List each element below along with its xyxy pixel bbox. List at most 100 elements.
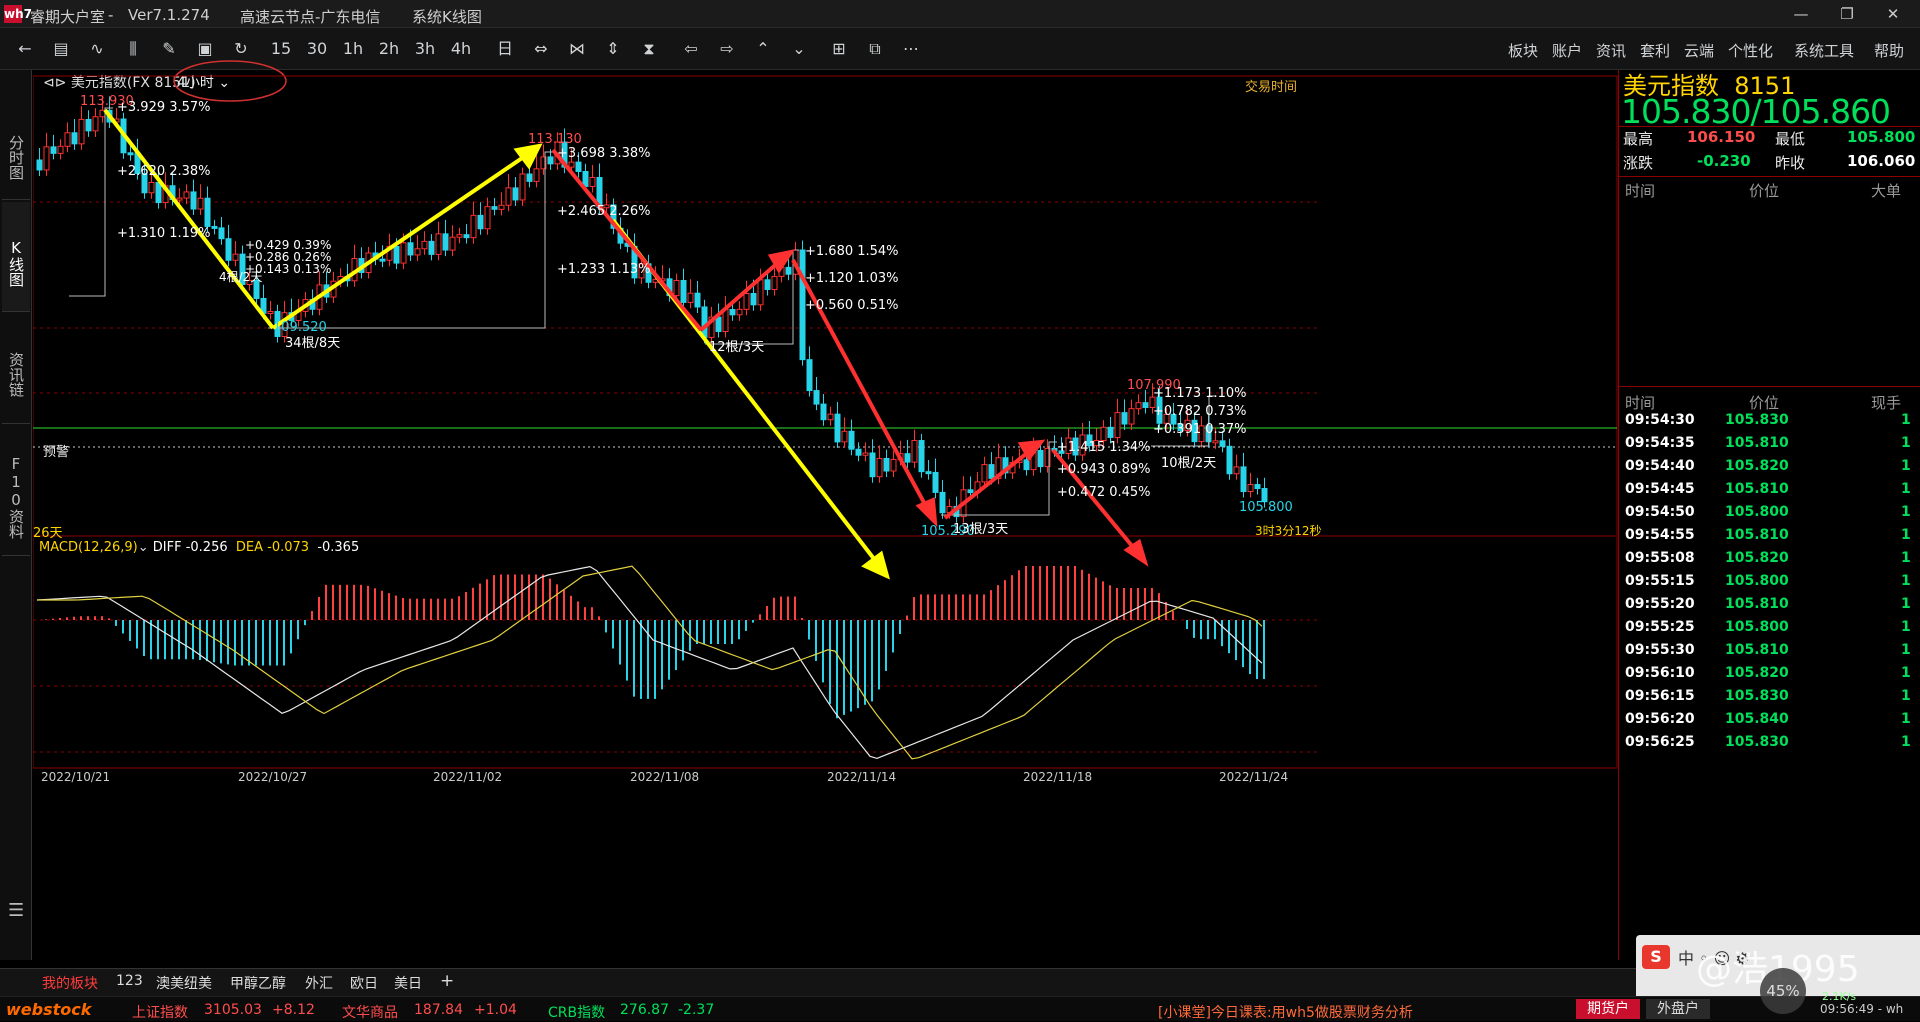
tab-f10[interactable]: F10资料	[2, 426, 30, 556]
tab-tick-chart[interactable]: 分时图	[2, 110, 30, 200]
tab-news-chain[interactable]: 资讯链	[2, 314, 30, 424]
day-icon[interactable]: 日	[490, 37, 520, 61]
index2-name[interactable]: 文华商品	[342, 1002, 398, 1022]
line-chart-icon[interactable]: ∿	[82, 37, 112, 61]
x-tick: 2022/11/14	[827, 770, 897, 784]
bottom-tabs: 我的板块 123 澳美纽美 甲醇乙醇 外汇 欧日 美日 + S 中 ◦ ☺ ⚙	[0, 935, 1920, 997]
index3-name[interactable]: CRB指数	[548, 1002, 605, 1022]
macd-params[interactable]: MACD(12,26,9)	[39, 540, 138, 555]
tab-123[interactable]: 123	[116, 973, 143, 989]
tick-time: 09:54:35	[1625, 435, 1695, 451]
arrow-down-icon[interactable]: ⌄	[784, 37, 814, 61]
compress-icon[interactable]: ⇕	[598, 37, 628, 61]
tab-eur-jpy[interactable]: 欧日	[350, 973, 378, 993]
tick-time: 09:56:25	[1625, 734, 1695, 750]
menu-news[interactable]: 资讯	[1596, 40, 1626, 61]
tab-methanol[interactable]: 甲醇乙醇	[230, 973, 286, 993]
menu-icon[interactable]: ☰	[8, 900, 24, 921]
menu-account[interactable]: 账户	[1552, 40, 1582, 61]
arrow-left-icon[interactable]: ⇦	[676, 37, 706, 61]
expand-icon[interactable]: ⧗	[634, 37, 664, 61]
maximize-button[interactable]: ❐	[1830, 4, 1864, 24]
arrow-right-icon[interactable]: ⇨	[712, 37, 742, 61]
more-icon[interactable]: ⋯	[896, 37, 926, 61]
tick-price: 105.820	[1725, 665, 1789, 681]
tf-1h[interactable]: 1h	[338, 37, 368, 61]
x-tick: 2022/10/27	[238, 770, 308, 784]
measure: +0.560 0.51%	[805, 298, 899, 313]
window-icon[interactable]: ⧉	[860, 37, 890, 61]
menu-system-tools[interactable]: 系统工具	[1794, 40, 1854, 61]
candle	[1142, 402, 1149, 409]
tf-2h[interactable]: 2h	[374, 37, 404, 61]
arrow-up-icon[interactable]: ⌃	[748, 37, 778, 61]
candle	[701, 306, 708, 338]
candlestick-icon[interactable]: ⫼	[118, 37, 148, 61]
candle	[1135, 402, 1142, 410]
tick-price: 105.820	[1725, 550, 1789, 566]
days-label: 26天	[33, 526, 63, 541]
foreign-account-button[interactable]: 外盘户	[1646, 999, 1710, 1019]
zoom-out-icon[interactable]: ⋈	[562, 37, 592, 61]
add-tab-button[interactable]: +	[440, 971, 454, 991]
tick-price: 105.810	[1725, 435, 1789, 451]
tab-forex[interactable]: 外汇	[305, 973, 333, 993]
tick-vol: 1	[1901, 573, 1911, 589]
candle	[582, 170, 589, 187]
candle	[687, 292, 694, 303]
candle	[190, 191, 197, 210]
zoom-in-icon[interactable]: ⇔	[526, 37, 556, 61]
bar-count: 12根/3天	[709, 340, 765, 355]
menu-help[interactable]: 帮助	[1874, 40, 1904, 61]
candle	[820, 403, 827, 421]
countdown-label: 3时3分12秒	[1255, 524, 1322, 538]
status-bar: webstock 上证指数 3105.03 +8.12 文华商品 187.84 …	[0, 996, 1920, 1021]
menu-personalize[interactable]: 个性化	[1728, 40, 1773, 61]
candle	[589, 176, 596, 187]
big-order-col-price: 价位	[1749, 182, 1780, 200]
kline-chart	[33, 75, 1618, 769]
candle	[43, 146, 50, 171]
candle	[379, 258, 386, 262]
tab-aud-nzd[interactable]: 澳美纽美	[156, 973, 212, 993]
candle	[78, 118, 85, 145]
tick-time: 09:54:40	[1625, 458, 1695, 474]
candle	[183, 191, 190, 199]
candle	[414, 248, 421, 256]
tick-time: 09:55:15	[1625, 573, 1695, 589]
candle	[694, 292, 701, 308]
news-ticker[interactable]: [小课堂]今日课表:用wh5做股票财务分析	[1158, 1002, 1413, 1022]
candle	[1233, 466, 1240, 475]
tab-kline[interactable]: K线图	[2, 202, 30, 312]
candle	[1219, 440, 1226, 447]
sogou-icon[interactable]: S	[1642, 945, 1670, 969]
candle	[771, 275, 778, 290]
layout-icon[interactable]: ⊞	[824, 37, 854, 61]
chart-area[interactable]: ⊲⊳ 美元指数(FX 8151) 4小时 ⌄ 交易时间 113.930 113.…	[33, 60, 1618, 960]
tab-usd-jpy[interactable]: 美日	[394, 973, 422, 993]
measure: +1.120 1.03%	[805, 271, 899, 286]
futures-account-button[interactable]: 期货户	[1576, 999, 1640, 1019]
menu-arbitrage[interactable]: 套利	[1640, 40, 1670, 61]
tab-my-sector[interactable]: 我的板块	[42, 973, 98, 993]
measure: +2.465 2.26%	[557, 204, 651, 219]
index1-name[interactable]: 上证指数	[132, 1002, 188, 1022]
candle	[715, 316, 722, 333]
cpu-gauge[interactable]: 45%	[1760, 968, 1806, 1014]
candle	[449, 236, 456, 251]
index3-change: -2.37	[678, 1002, 715, 1018]
tick-row: 09:54:50 105.800 1	[1619, 504, 1920, 527]
tf-4h[interactable]: 4h	[446, 37, 476, 61]
back-icon[interactable]: ←	[10, 37, 40, 61]
tick-time: 09:55:08	[1625, 550, 1695, 566]
measure: +1.680 1.54%	[805, 244, 899, 259]
bar-count: 34根/8天	[285, 336, 341, 351]
tf-3h[interactable]: 3h	[410, 37, 440, 61]
candle	[50, 146, 57, 154]
minimize-button[interactable]: —	[1784, 4, 1818, 24]
list-icon[interactable]: ▤	[46, 37, 76, 61]
close-button[interactable]: ✕	[1876, 4, 1910, 24]
menu-sector[interactable]: 板块	[1508, 40, 1538, 61]
menu-cloud[interactable]: 云端	[1684, 40, 1714, 61]
prev-close-label: 昨收	[1775, 154, 1806, 172]
